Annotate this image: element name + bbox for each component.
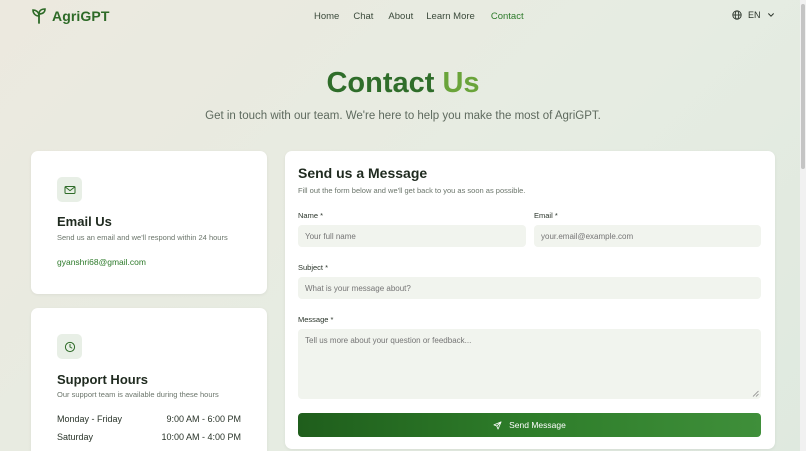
nav-link-home[interactable]: Home: [314, 11, 339, 22]
send-message-button[interactable]: Send Message: [298, 413, 761, 437]
name-input[interactable]: [298, 225, 526, 247]
page-subtitle: Get in touch with our team. We're here t…: [205, 110, 601, 122]
email-label: Email *: [534, 211, 558, 220]
page-title: Contact Us: [0, 67, 806, 100]
message-label: Message *: [298, 315, 334, 324]
page-title-part2: Us: [442, 67, 480, 99]
sprout-icon: [32, 8, 46, 24]
language-selector[interactable]: EN: [732, 10, 775, 20]
nav-links: Home Chat About Learn More Contact: [314, 11, 524, 22]
send-message-label: Send Message: [509, 420, 566, 430]
support-hours-card: Support Hours Our support team is availa…: [31, 308, 267, 451]
email-input[interactable]: [534, 225, 761, 247]
globe-icon: [732, 10, 742, 20]
support-card-description: Our support team is available during the…: [57, 390, 219, 399]
language-code: EN: [748, 10, 761, 20]
hours-day: Monday - Friday: [57, 414, 123, 424]
chevron-down-icon: [767, 13, 774, 17]
nav-link-about[interactable]: About: [388, 11, 413, 22]
mail-icon: [64, 185, 75, 194]
hours-row: Monday - Friday 9:00 AM - 6:00 PM: [57, 414, 241, 424]
email-card: Email Us Send us an email and we'll resp…: [31, 151, 267, 294]
email-card-description: Send us an email and we'll respond withi…: [57, 233, 228, 242]
contact-form-card: Send us a Message Fill out the form belo…: [285, 151, 775, 449]
top-navbar: AgriGPT Home Chat About Learn More Conta…: [0, 0, 806, 33]
form-description: Fill out the form below and we'll get ba…: [298, 186, 526, 195]
resize-handle-icon[interactable]: [752, 390, 759, 397]
message-textarea[interactable]: [298, 329, 761, 399]
name-label: Name *: [298, 211, 324, 220]
nav-link-contact[interactable]: Contact: [491, 11, 524, 22]
hours-day: Saturday: [57, 432, 94, 442]
hours-time: 10:00 AM - 4:00 PM: [161, 432, 241, 442]
clock-icon: [64, 341, 75, 352]
subject-label: Subject *: [298, 263, 329, 272]
message-textarea-wrapper: [298, 329, 761, 399]
form-title: Send us a Message: [298, 165, 428, 181]
page-title-part1: Contact: [326, 67, 435, 99]
hours-row: Saturday 10:00 AM - 4:00 PM: [57, 432, 241, 442]
clock-icon-box: [57, 334, 82, 359]
nav-link-chat[interactable]: Chat: [353, 11, 373, 22]
hours-time: 9:00 AM - 6:00 PM: [166, 414, 241, 424]
email-address-link[interactable]: gyanshri68@gmail.com: [57, 257, 146, 267]
nav-link-learn-more[interactable]: Learn More: [426, 11, 475, 22]
support-card-title: Support Hours: [57, 372, 148, 387]
brand-name: AgriGPT: [52, 8, 110, 24]
send-icon: [493, 420, 502, 430]
brand-logo[interactable]: AgriGPT: [32, 8, 109, 24]
email-icon-box: [57, 177, 82, 202]
subject-input[interactable]: [298, 277, 761, 299]
email-card-title: Email Us: [57, 214, 112, 229]
